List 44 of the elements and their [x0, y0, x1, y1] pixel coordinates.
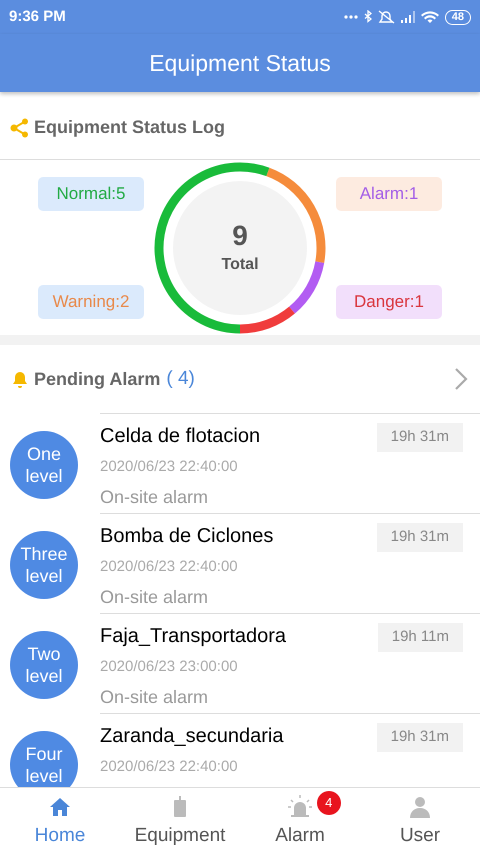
duration-tag: 19h 31m — [376, 423, 463, 452]
legend-label: Normal:5 — [38, 176, 144, 210]
chevron-right-icon[interactable] — [454, 367, 468, 391]
alarm-type: On-site alarm — [100, 586, 210, 609]
tab[interactable]: User — [360, 788, 480, 853]
alarm-type: On-site alarm — [100, 486, 210, 509]
level-badge: Three level — [10, 531, 78, 599]
bluetooth-icon — [364, 10, 372, 24]
level-badge: Two level — [10, 631, 78, 699]
battery-level: 48 — [444, 10, 471, 24]
alarm-time: 2020/06/23 23:00:00 — [100, 656, 239, 676]
bell-icon — [10, 369, 30, 389]
tab[interactable]: Alarm 4 — [240, 788, 360, 853]
equipment-name[interactable]: Zaranda_secundaria — [100, 722, 284, 750]
total-label: Total — [221, 254, 259, 274]
page-title: Equipment Status — [149, 48, 331, 78]
tab[interactable]: Equipment — [120, 788, 240, 853]
signal-icon — [400, 11, 415, 23]
alarm-time: 2020/06/23 22:40:00 — [100, 556, 239, 576]
duration-tag: 19h 11m — [378, 623, 463, 652]
legend-label: Alarm:1 — [336, 176, 442, 210]
wifi-icon — [420, 10, 439, 24]
legend-label: Danger:1 — [336, 284, 442, 318]
alarm-icon — [288, 794, 312, 818]
duration-tag: 19h 31m — [376, 523, 463, 552]
total-count: 9 — [232, 218, 248, 252]
bell-muted-icon — [378, 10, 395, 24]
legend-label: Warning:2 — [38, 284, 144, 318]
section-title: Equipment Status Log — [34, 116, 225, 139]
alarm-time: 2020/06/23 22:40:00 — [100, 756, 239, 776]
equipment-name[interactable]: Celda de flotacion — [100, 422, 260, 450]
duration-tag: 19h 31m — [376, 723, 463, 752]
alarm-count: ( 4) — [166, 366, 195, 391]
alarm-type: On-site alarm — [100, 686, 210, 709]
equipment-name[interactable]: Bomba de Ciclones — [100, 522, 274, 550]
notification-badge: 4 — [316, 791, 341, 815]
more-dots-icon — [344, 15, 358, 19]
equipment-name[interactable]: Faja_Transportadora — [100, 622, 286, 650]
level-badge: One level — [10, 431, 78, 499]
status-time: 9:36 PM — [9, 6, 66, 27]
user-icon — [408, 794, 432, 818]
section-title: Pending Alarm — [34, 368, 160, 391]
alarm-time: 2020/06/23 22:40:00 — [100, 456, 239, 476]
share-nodes-icon — [10, 118, 30, 138]
